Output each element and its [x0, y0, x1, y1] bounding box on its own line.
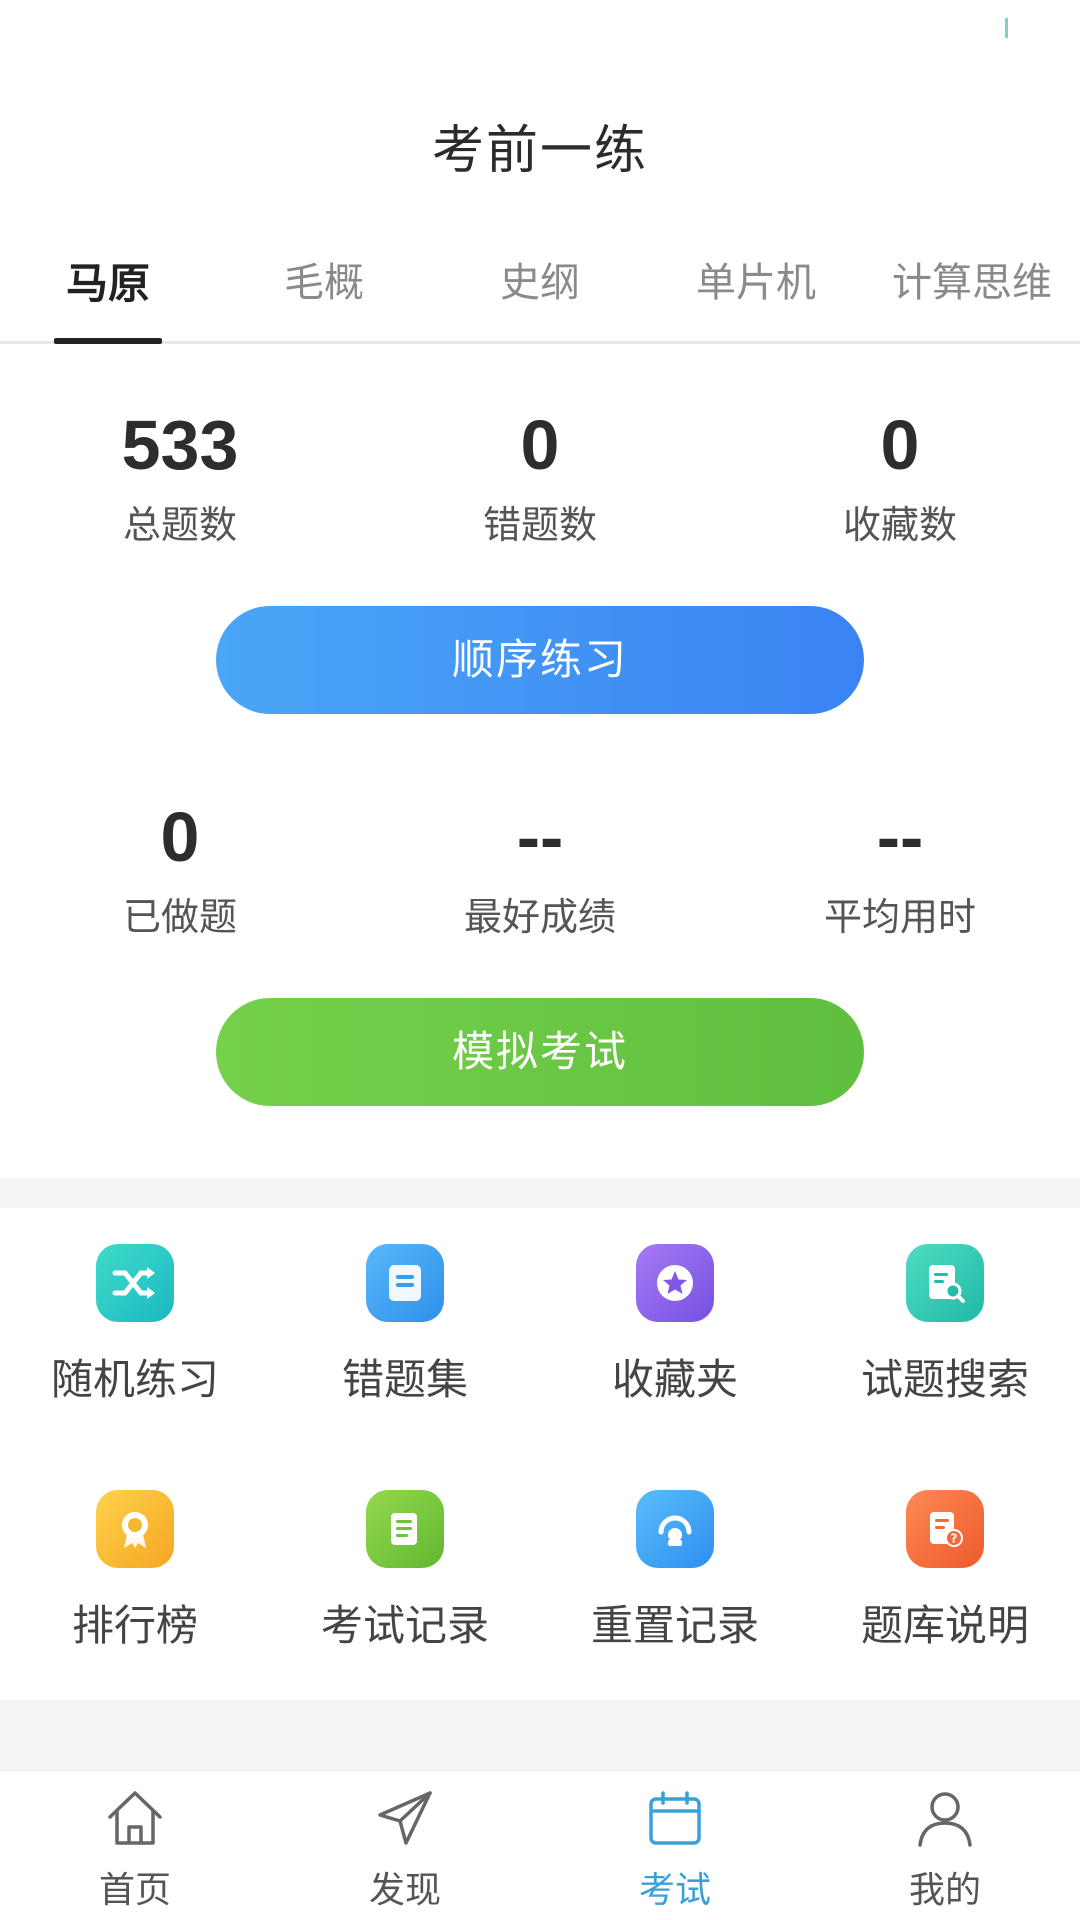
shuffle-icon: [96, 1244, 174, 1322]
svg-text:?: ?: [951, 1532, 958, 1546]
average-time-stat: -- 平均用时: [720, 792, 1080, 941]
favorites-folder-item[interactable]: 收藏夹: [540, 1244, 810, 1407]
send-icon: [378, 1791, 432, 1845]
nav-exam-label: 考试: [638, 1870, 711, 1911]
calendar-icon: [649, 1791, 701, 1845]
scroll-icon: [366, 1490, 444, 1568]
tab-mayuan[interactable]: 马原: [0, 250, 216, 311]
reset-records-item[interactable]: 重置记录: [540, 1490, 810, 1653]
leaderboard-item[interactable]: 排行榜: [0, 1490, 270, 1653]
user-icon: [918, 1792, 972, 1847]
help-document-icon: ?: [906, 1490, 984, 1568]
reset-icon: [636, 1490, 714, 1568]
nav-discover-label: 发现: [368, 1870, 441, 1911]
nav-discover[interactable]: 发现: [270, 1785, 540, 1913]
nav-exam[interactable]: 考试: [540, 1785, 810, 1913]
question-search-label: 试题搜索: [860, 1355, 1029, 1404]
home-icon: [108, 1791, 162, 1845]
wrong-questions-stat[interactable]: 0 错题数: [360, 400, 720, 549]
question-stats: 533 总题数 0 错题数 0 收藏数: [0, 400, 1080, 560]
total-questions-label: 总题数: [122, 503, 237, 547]
average-time-label: 平均用时: [823, 895, 976, 939]
favorites-value: 0: [880, 406, 920, 484]
star-icon: [636, 1244, 714, 1322]
nav-profile-label: 我的: [908, 1870, 981, 1911]
random-practice-label: 随机练习: [50, 1355, 219, 1404]
active-tab-indicator: [54, 338, 162, 344]
page-title: 考前一练: [431, 121, 648, 181]
tab-computational-thinking[interactable]: 计算思维: [864, 250, 1080, 308]
search-document-icon: [906, 1244, 984, 1322]
exam-stats: 0 已做题 -- 最好成绩 -- 平均用时: [0, 792, 1080, 952]
award-icon: [96, 1490, 174, 1568]
best-score-stat: -- 最好成绩: [360, 792, 720, 941]
wrong-questions-value: 0: [520, 406, 560, 484]
nav-profile[interactable]: 我的: [810, 1785, 1080, 1913]
bottom-divider: [0, 1700, 1080, 1770]
favorites-label: 收藏数: [842, 503, 957, 547]
average-time-value: --: [876, 798, 924, 876]
question-search-item[interactable]: 试题搜索: [810, 1244, 1080, 1407]
tab-microcontroller[interactable]: 单片机: [648, 250, 864, 308]
leaderboard-label: 排行榜: [71, 1601, 198, 1650]
done-questions-stat: 0 已做题: [0, 792, 360, 941]
tab-maogai[interactable]: 毛概: [216, 250, 432, 308]
sequential-practice-button[interactable]: 顺序练习: [216, 606, 864, 714]
wrong-questions-label: 错题数: [482, 503, 597, 547]
random-practice-item[interactable]: 随机练习: [0, 1244, 270, 1407]
best-score-label: 最好成绩: [463, 895, 616, 939]
exam-practice-page: 考前一练 马原 毛概 史纲 单片机 计算思维 533 总题数 0 错题数 0 收…: [0, 0, 1080, 1920]
wrong-questions-set-label: 错题集: [341, 1355, 468, 1404]
nav-home[interactable]: 首页: [0, 1785, 270, 1913]
reset-records-label: 重置记录: [590, 1601, 759, 1650]
total-questions-stat: 533 总题数: [0, 400, 360, 549]
subject-tabs: 马原 毛概 史纲 单片机 计算思维: [0, 240, 1080, 344]
exam-records-label: 考试记录: [320, 1601, 489, 1650]
favorites-folder-label: 收藏夹: [611, 1355, 738, 1404]
done-questions-value: 0: [160, 798, 200, 876]
bottom-navigation: 首页 发现 考试 我的: [0, 1770, 1080, 1920]
bank-description-item[interactable]: ? 题库说明: [810, 1490, 1080, 1653]
best-score-value: --: [516, 798, 564, 876]
total-questions-value: 533: [121, 406, 239, 484]
tab-shigang[interactable]: 史纲: [432, 250, 648, 308]
wrong-questions-item[interactable]: 错题集: [270, 1244, 540, 1407]
done-questions-label: 已做题: [122, 895, 237, 939]
status-bar-indicator: [1005, 18, 1008, 38]
document-icon: [366, 1244, 444, 1322]
bank-description-label: 题库说明: [860, 1601, 1029, 1650]
exam-records-item[interactable]: 考试记录: [270, 1490, 540, 1653]
favorites-stat[interactable]: 0 收藏数: [720, 400, 1080, 549]
nav-home-label: 首页: [98, 1870, 171, 1911]
mock-exam-button[interactable]: 模拟考试: [216, 998, 864, 1106]
section-divider: [0, 1178, 1080, 1208]
